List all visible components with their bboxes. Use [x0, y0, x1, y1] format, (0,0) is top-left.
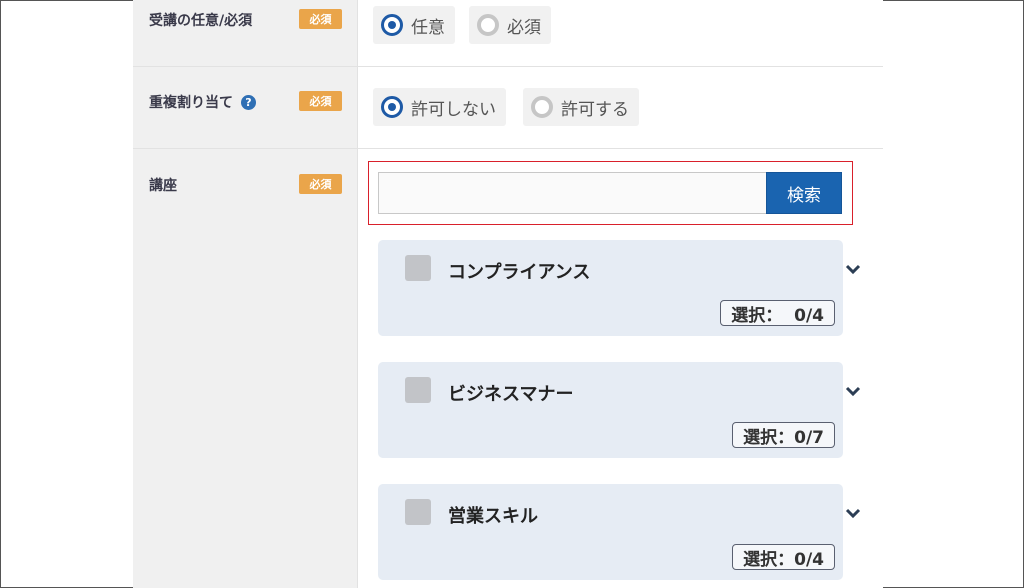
course-card-compliance[interactable]: コンプライアンス 選択： 0/4: [378, 240, 843, 336]
radio-option-allow[interactable]: 許可する: [523, 88, 639, 126]
row-label-text: 講座: [149, 178, 177, 194]
course-title: 営業スキル: [448, 506, 538, 527]
course-title: コンプライアンス: [448, 262, 591, 283]
course-search-input[interactable]: [378, 172, 767, 214]
selected-count-badge: 選択：0/7: [732, 422, 835, 448]
required-badge: 必須: [299, 174, 342, 194]
course-card-business-manners[interactable]: ビジネスマナー 選択：0/7: [378, 362, 843, 458]
radio-selected-icon: [381, 14, 403, 36]
required-badge: 必須: [299, 9, 342, 29]
course-checkbox[interactable]: [405, 499, 431, 525]
chevron-down-icon[interactable]: [845, 263, 861, 275]
selected-count-badge: 選択：0/4: [732, 544, 835, 570]
required-badge: 必須: [299, 91, 342, 111]
radio-option-label: 任意: [411, 17, 445, 38]
course-checkbox[interactable]: [405, 377, 431, 403]
radio-option-disallow[interactable]: 許可しない: [373, 88, 506, 126]
radio-option-label: 必須: [507, 17, 541, 38]
row-label-duplicate-assignment: 重複割り当て ?: [149, 92, 256, 112]
course-card-sales-skills[interactable]: 営業スキル 選択：0/4: [378, 484, 843, 580]
radio-option-label: 許可しない: [411, 99, 496, 120]
row-divider: [133, 148, 883, 149]
selected-count-badge: 選択： 0/4: [720, 300, 835, 326]
chevron-down-icon[interactable]: [845, 385, 861, 397]
radio-option-required[interactable]: 必須: [469, 6, 551, 44]
label-column: [133, 0, 358, 588]
chevron-down-icon[interactable]: [845, 507, 861, 519]
course-title: ビジネスマナー: [448, 384, 574, 405]
course-checkbox[interactable]: [405, 255, 431, 281]
row-label-course: 講座: [149, 175, 177, 195]
radio-selected-icon: [381, 96, 403, 118]
row-label-requirement: 受講の任意/必須: [149, 10, 252, 30]
search-button[interactable]: 検索: [766, 172, 842, 214]
row-label-text: 重複割り当て: [149, 95, 233, 111]
radio-unselected-icon: [477, 14, 499, 36]
question-circle-icon[interactable]: ?: [241, 94, 256, 110]
radio-unselected-icon: [531, 96, 553, 118]
row-label-text: 受講の任意/必須: [149, 13, 253, 29]
radio-option-optional[interactable]: 任意: [373, 6, 455, 44]
radio-option-label: 許可する: [561, 99, 629, 120]
row-divider: [133, 66, 883, 67]
